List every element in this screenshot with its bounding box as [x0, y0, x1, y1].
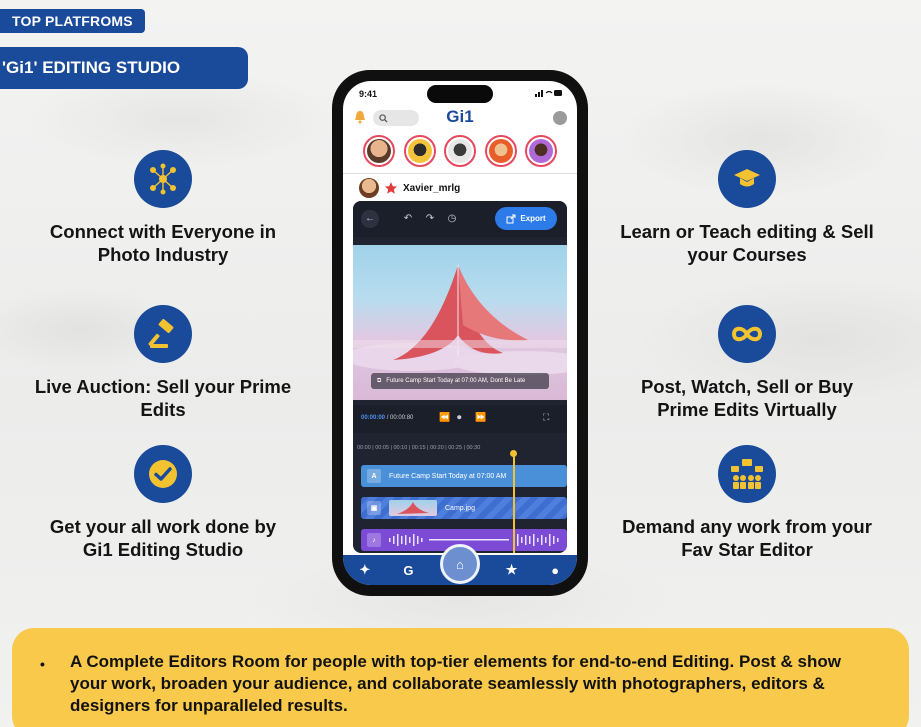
auction-gavel-icon	[134, 305, 192, 363]
timeline-ruler: 00:00 | 00:05 | 00:10 | 00:15 | 00:20 | …	[357, 445, 481, 451]
chat-icon[interactable]	[553, 111, 567, 125]
caption-text: Future Camp Start Today at 07:00 AM, Don…	[386, 378, 526, 384]
redo-icon[interactable]: ↷	[421, 210, 439, 228]
feature-work-done: Get your all work done by Gi1 Editing St…	[33, 445, 293, 561]
story-avatar[interactable]	[444, 135, 476, 167]
playhead[interactable]	[510, 450, 516, 553]
feature-demand-text: Demand any work from your Fav Star Edito…	[622, 516, 872, 560]
play-icon[interactable]: ⏺	[457, 412, 462, 423]
playback-controls: 00:00:00 / 00:00:80 ⏪ ⏺ ⏩ ⛶	[353, 405, 567, 433]
divider	[343, 173, 577, 174]
top-platforms-tag: TOP PLATFROMS	[0, 9, 145, 33]
feature-work-done-text: Get your all work done by Gi1 Editing St…	[49, 516, 277, 560]
feature-auction-text: Live Auction: Sell your Prime Edits	[34, 376, 292, 420]
team-presentation-icon	[718, 445, 776, 503]
export-icon	[506, 214, 516, 223]
story-avatar[interactable]	[484, 135, 517, 167]
feature-demand: Demand any work from your Fav Star Edito…	[617, 445, 877, 561]
app-title: Gi1	[446, 107, 474, 126]
caption-bar: ⧉ Future Camp Start Today at 07:00 AM, D…	[371, 373, 549, 389]
phone-mockup: 9:41 Gi1 Xavier_mrlg ← ↶ ↷ ◷ Export ⧉ Fu…	[332, 70, 588, 596]
timecode: 00:00:00 / 00:00:80	[361, 415, 413, 421]
video-editor: ← ↶ ↷ ◷ Export ⧉ Future Camp Start Today…	[353, 201, 567, 553]
infinity-icon	[718, 305, 776, 363]
back-icon[interactable]: ←	[361, 210, 379, 228]
feature-connect-text: Connect with Everyone in Photo Industry	[49, 221, 277, 265]
fullscreen-icon[interactable]: ⛶	[543, 412, 549, 423]
dynamic-island	[427, 85, 493, 103]
banner-bullet: •	[40, 656, 45, 672]
banner-text: A Complete Editors Room for people with …	[70, 652, 841, 715]
username: Xavier_mrlg	[403, 182, 461, 194]
feature-learn-teach-text: Learn or Teach editing & Sell your Cours…	[620, 221, 874, 265]
audio-waveform	[389, 534, 559, 546]
studio-title-tag: 'Gi1' EDITING STUDIO	[0, 47, 248, 89]
caption-icon: ⧉	[377, 377, 382, 384]
story-avatar[interactable]	[403, 135, 436, 167]
graduation-cap-icon	[718, 150, 776, 208]
text-track-label: Future Camp Start Today at 07:00 AM	[389, 472, 507, 480]
editor-toolbar: ← ↶ ↷ ◷ Export	[353, 201, 567, 237]
feature-learn-teach: Learn or Teach editing & Sell your Cours…	[617, 150, 877, 266]
text-track-chip: A	[367, 469, 381, 483]
image-thumbnail	[389, 500, 437, 516]
app-header: Gi1	[343, 105, 577, 131]
video-preview[interactable]: ⧉ Future Camp Start Today at 07:00 AM, D…	[353, 245, 567, 400]
export-button[interactable]: Export	[495, 207, 557, 230]
forward-icon[interactable]: ⏩	[475, 412, 486, 423]
profile-icon[interactable]: ●	[543, 558, 567, 582]
feature-auction: Live Auction: Sell your Prime Edits	[33, 305, 293, 421]
feature-post-watch: Post, Watch, Sell or Buy Prime Edits Vir…	[617, 305, 877, 421]
undo-icon[interactable]: ↶	[399, 210, 417, 228]
feature-post-watch-text: Post, Watch, Sell or Buy Prime Edits Vir…	[640, 376, 854, 420]
status-icons	[535, 89, 563, 99]
stories-row	[363, 135, 557, 169]
check-circle-icon	[134, 445, 192, 503]
export-label: Export	[520, 214, 546, 223]
g-logo-icon[interactable]: G	[396, 558, 420, 582]
user-row: Xavier_mrlg	[359, 177, 460, 199]
timecode-total: / 00:00:80	[386, 415, 414, 421]
rewind-icon[interactable]: ⏪	[439, 412, 450, 423]
network-people-icon	[134, 150, 192, 208]
image-track-icon: ▣	[367, 501, 381, 515]
home-icon[interactable]: ⌂	[439, 544, 480, 584]
sparkle-icon[interactable]: ✦	[353, 558, 377, 582]
story-avatar[interactable]	[525, 135, 557, 167]
timecode-current: 00:00:00	[361, 415, 386, 421]
timeline-image-track[interactable]: ▣ Camp.jpg	[361, 497, 567, 519]
avatar[interactable]	[359, 178, 379, 198]
feature-connect: Connect with Everyone in Photo Industry	[33, 150, 293, 266]
phone-screen: 9:41 Gi1 Xavier_mrlg ← ↶ ↷ ◷ Export ⧉ Fu…	[343, 81, 577, 585]
history-icon[interactable]: ◷	[443, 210, 461, 228]
bottom-nav: ✦ G ⌂ ★ ●	[343, 544, 577, 585]
audio-track-icon: ♪	[367, 533, 381, 547]
description-banner: • A Complete Editors Room for people wit…	[12, 628, 909, 727]
star-badge-icon	[385, 182, 397, 194]
status-time: 9:41	[359, 89, 378, 99]
story-avatar[interactable]	[363, 135, 395, 167]
star-icon[interactable]: ★	[500, 558, 524, 582]
image-track-label: Camp.jpg	[445, 504, 475, 512]
timeline-text-track[interactable]: A Future Camp Start Today at 07:00 AM	[361, 465, 567, 487]
